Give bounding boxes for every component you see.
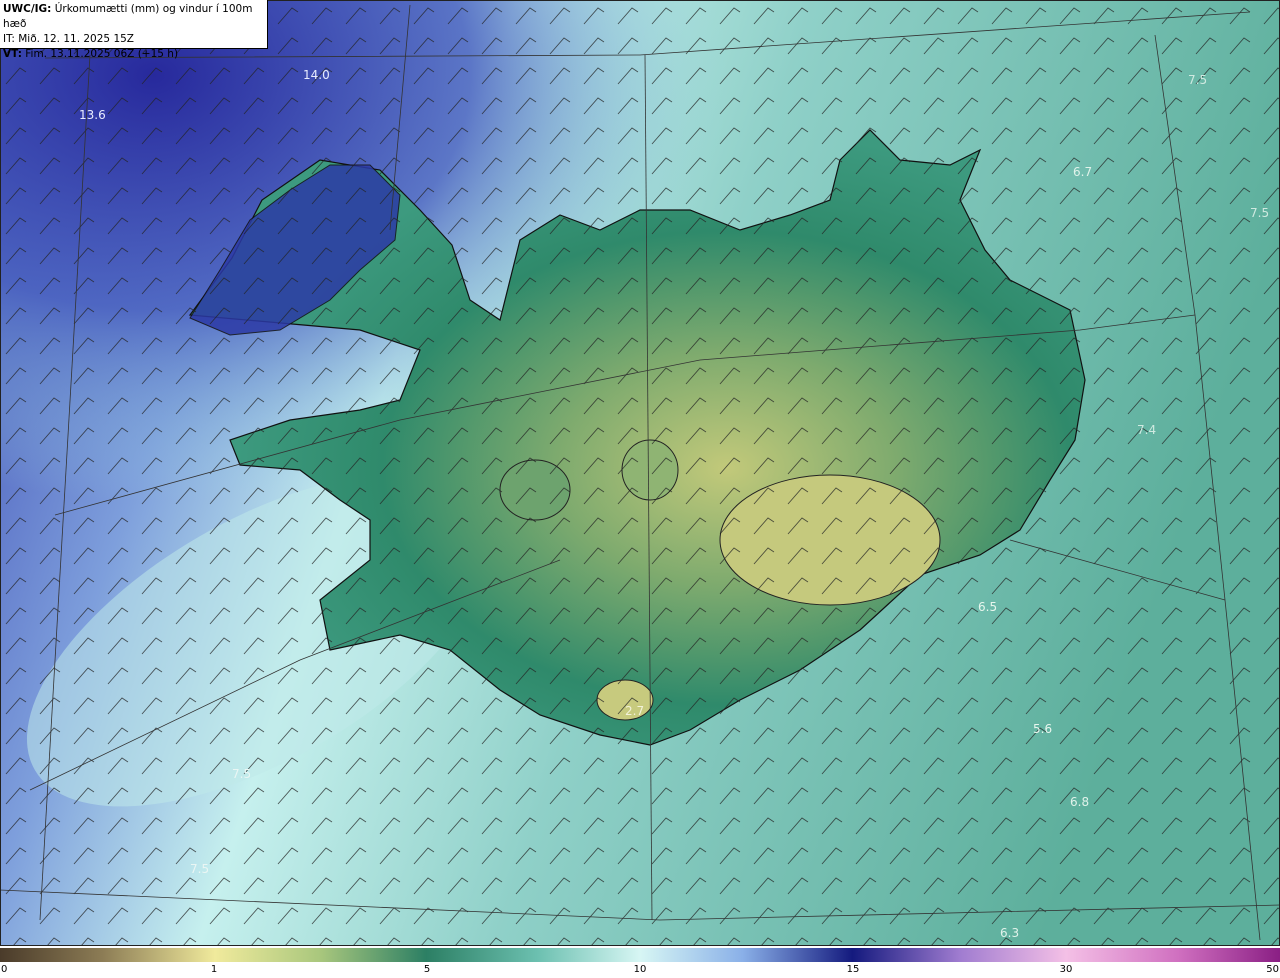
value-label: 7.5 <box>232 767 251 781</box>
value-label: 7.4 <box>1137 423 1156 437</box>
map-title-box: UWC/IG: Úrkomumætti (mm) og vindur í 100… <box>0 0 268 60</box>
value-label: 7.5 <box>1250 206 1269 220</box>
colorbar-tick: 15 <box>846 964 860 975</box>
value-label: 6.7 <box>1073 165 1092 179</box>
colorbar-tick: 50 <box>1266 964 1279 975</box>
colorbar-legend: 0 1 5 10 15 30 50 <box>0 946 1280 978</box>
value-label: 13.6 <box>79 108 106 122</box>
value-label: 5.6 <box>1033 722 1052 736</box>
valid-time-line: VT: Fim. 13.11.2025 06Z (+15 h) <box>3 47 267 62</box>
valid-time: Fim. 13.11.2025 06Z (+15 h) <box>21 48 179 60</box>
value-label: 6.8 <box>1070 795 1089 809</box>
product-name: UWC/IG: <box>3 3 52 15</box>
value-label: 7.5 <box>190 862 209 876</box>
colorbar-tick: 30 <box>1059 964 1073 975</box>
value-label: 6.3 <box>1000 926 1019 940</box>
value-label: 2.7 <box>625 704 644 718</box>
issue-time: IT: Mið. 12. 11. 2025 15Z <box>3 33 134 45</box>
colorbar-tick: 0 <box>1 964 8 975</box>
colorbar-tick: 1 <box>210 964 218 975</box>
value-label: 14.0 <box>303 68 330 82</box>
value-label: 6.5 <box>978 600 997 614</box>
value-label: 7.5 <box>1188 73 1207 87</box>
title-line: UWC/IG: Úrkomumætti (mm) og vindur í 100… <box>3 2 267 32</box>
precipitable-water-map: 14.0 13.6 7.5 6.7 7.5 7.4 6.5 5.6 6.8 6.… <box>0 0 1280 946</box>
valid-time-label: VT: <box>3 48 22 60</box>
colorbar-tick: 10 <box>633 964 647 975</box>
colorbar-tick: 5 <box>423 964 431 975</box>
colorbar <box>0 948 1280 962</box>
